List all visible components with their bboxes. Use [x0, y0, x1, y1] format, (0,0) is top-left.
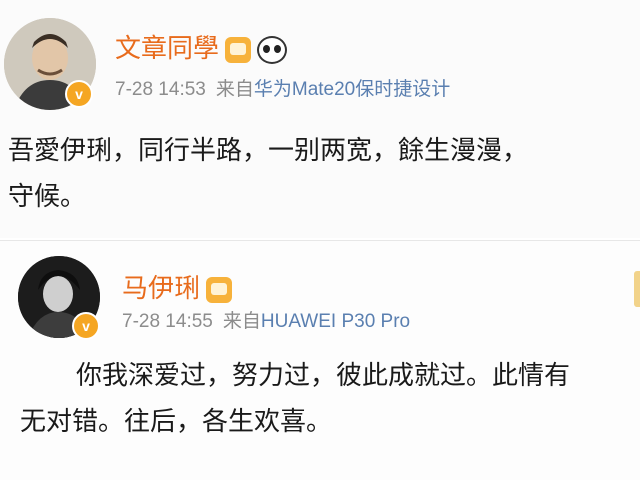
crown-emoji-icon	[225, 36, 252, 63]
weibo-post: v 文章同學 7-28 14:53 来自华为Mate20保时捷设计 吾愛伊琍，同行…	[0, 0, 640, 238]
verified-badge-icon: v	[72, 312, 100, 340]
post-text-line: 吾愛伊琍，同行半路，一别两宽，餘生漫漫，	[8, 136, 529, 166]
post-text: 吾愛伊琍，同行半路，一别两宽，餘生漫漫， 守候。	[8, 128, 528, 220]
post-meta: 7-28 14:53 来自华为Mate20保时捷设计	[115, 74, 450, 101]
username[interactable]: 文章同學	[115, 28, 288, 65]
post-text-line: 守候。	[8, 182, 87, 212]
source-label: 来自	[215, 79, 254, 100]
device-source[interactable]: 华为Mate20保时捷设计	[254, 79, 450, 100]
post-meta: 7-28 14:55 来自HUAWEI P30 Pro	[122, 306, 410, 333]
follow-button-edge[interactable]	[634, 271, 640, 307]
source-label: 来自	[222, 311, 261, 332]
post-text-line: 无对错。往后，各生欢喜。	[20, 407, 333, 437]
post-text-line: 你我深爱过，努力过，彼此成就过。此情有	[76, 361, 571, 391]
verified-badge-icon: v	[65, 80, 93, 108]
post-time[interactable]: 7-28 14:55	[122, 311, 213, 332]
panda-emoji-icon	[257, 35, 288, 64]
crown-emoji-icon	[206, 276, 233, 303]
post-text: 你我深爱过，努力过，彼此成就过。此情有 无对错。往后，各生欢喜。	[20, 353, 570, 445]
username[interactable]: 马伊琍	[122, 268, 233, 305]
post-time[interactable]: 7-28 14:53	[115, 79, 206, 100]
weibo-post: v 马伊琍 7-28 14:55 来自HUAWEI P30 Pro 你我深爱过，努…	[0, 240, 640, 480]
device-source[interactable]: HUAWEI P30 Pro	[261, 311, 410, 332]
